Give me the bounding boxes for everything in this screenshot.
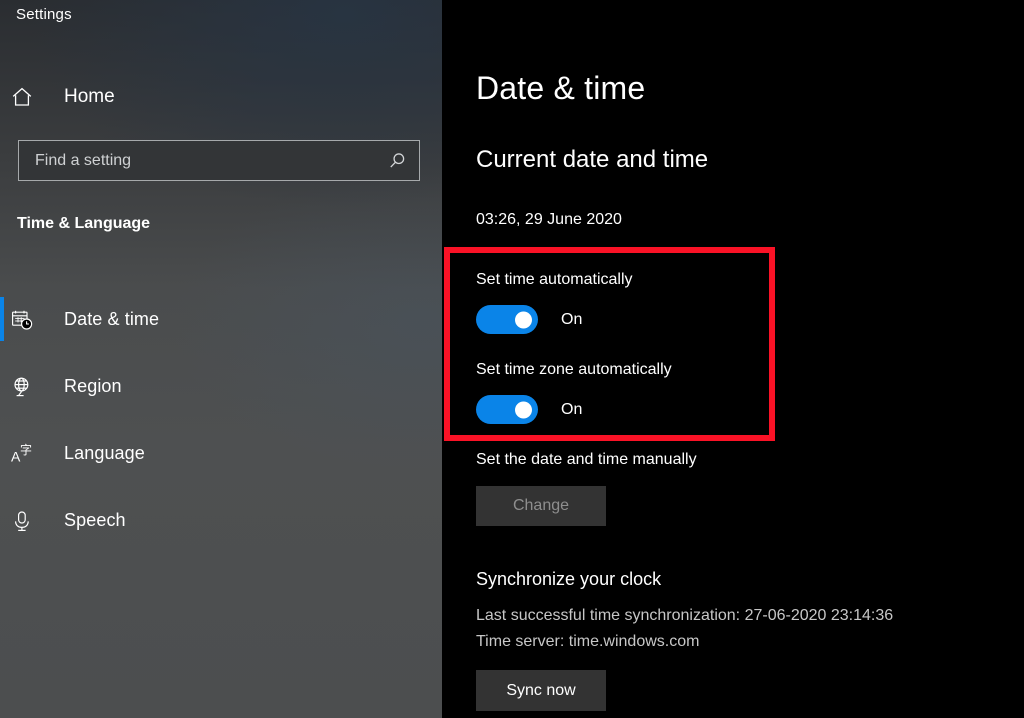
- svg-text:字: 字: [20, 442, 32, 457]
- sidebar-item-speech-label: Speech: [64, 510, 126, 530]
- sync-now-button[interactable]: Sync now: [476, 670, 606, 711]
- sidebar: Settings Home Time & Language: [0, 0, 442, 718]
- search-input[interactable]: [19, 141, 375, 180]
- section-heading-synchronize-clock: Synchronize your clock: [476, 569, 662, 589]
- microphone-icon: [0, 509, 44, 533]
- home-icon: [0, 85, 44, 109]
- sidebar-item-date-and-time[interactable]: Date & time: [0, 286, 442, 353]
- sidebar-item-region[interactable]: Region: [0, 353, 442, 420]
- set-time-automatically-row: On: [476, 305, 582, 334]
- globe-icon: [0, 375, 44, 399]
- set-date-time-manually-label: Set the date and time manually: [476, 451, 697, 468]
- set-time-zone-automatically-toggle[interactable]: [476, 395, 538, 424]
- toggle-knob: [515, 311, 532, 328]
- set-time-automatically-state: On: [561, 310, 583, 328]
- window-title: Settings: [16, 6, 72, 23]
- sidebar-item-region-label: Region: [64, 376, 122, 396]
- sidebar-item-date-and-time-label: Date & time: [64, 309, 160, 329]
- sidebar-item-language-label: Language: [64, 443, 145, 463]
- calendar-clock-icon: [0, 308, 44, 332]
- last-successful-sync-text: Last successful time synchronization: 27…: [476, 607, 894, 624]
- sidebar-item-home[interactable]: Home: [0, 76, 442, 118]
- set-time-automatically-label: Set time automatically: [476, 271, 633, 288]
- toggle-knob: [515, 401, 532, 418]
- sidebar-item-speech[interactable]: Speech: [0, 487, 442, 554]
- time-server-text: Time server: time.windows.com: [476, 633, 700, 650]
- sidebar-category-title: Time & Language: [17, 215, 151, 232]
- language-icon: A 字: [0, 441, 44, 467]
- sidebar-nav-list: Date & time Region A 字 Language Speech: [0, 286, 442, 554]
- search-icon[interactable]: [375, 150, 419, 172]
- sidebar-item-home-label: Home: [64, 86, 115, 107]
- settings-window: Settings Home Time & Language: [0, 0, 1024, 718]
- sidebar-item-language[interactable]: A 字 Language: [0, 420, 442, 487]
- page-title: Date & time: [476, 70, 646, 106]
- section-heading-current-date-and-time: Current date and time: [476, 146, 709, 173]
- search-box[interactable]: [18, 140, 420, 181]
- set-time-zone-automatically-state: On: [561, 400, 583, 418]
- selected-accent-bar: [0, 297, 4, 341]
- set-time-zone-automatically-label: Set time zone automatically: [476, 361, 672, 378]
- change-button[interactable]: Change: [476, 486, 606, 526]
- current-datetime-value: 03:26, 29 June 2020: [476, 211, 622, 228]
- set-time-automatically-toggle[interactable]: [476, 305, 538, 334]
- main-content: Date & time Current date and time 03:26,…: [442, 0, 1024, 718]
- set-time-zone-automatically-row: On: [476, 395, 582, 424]
